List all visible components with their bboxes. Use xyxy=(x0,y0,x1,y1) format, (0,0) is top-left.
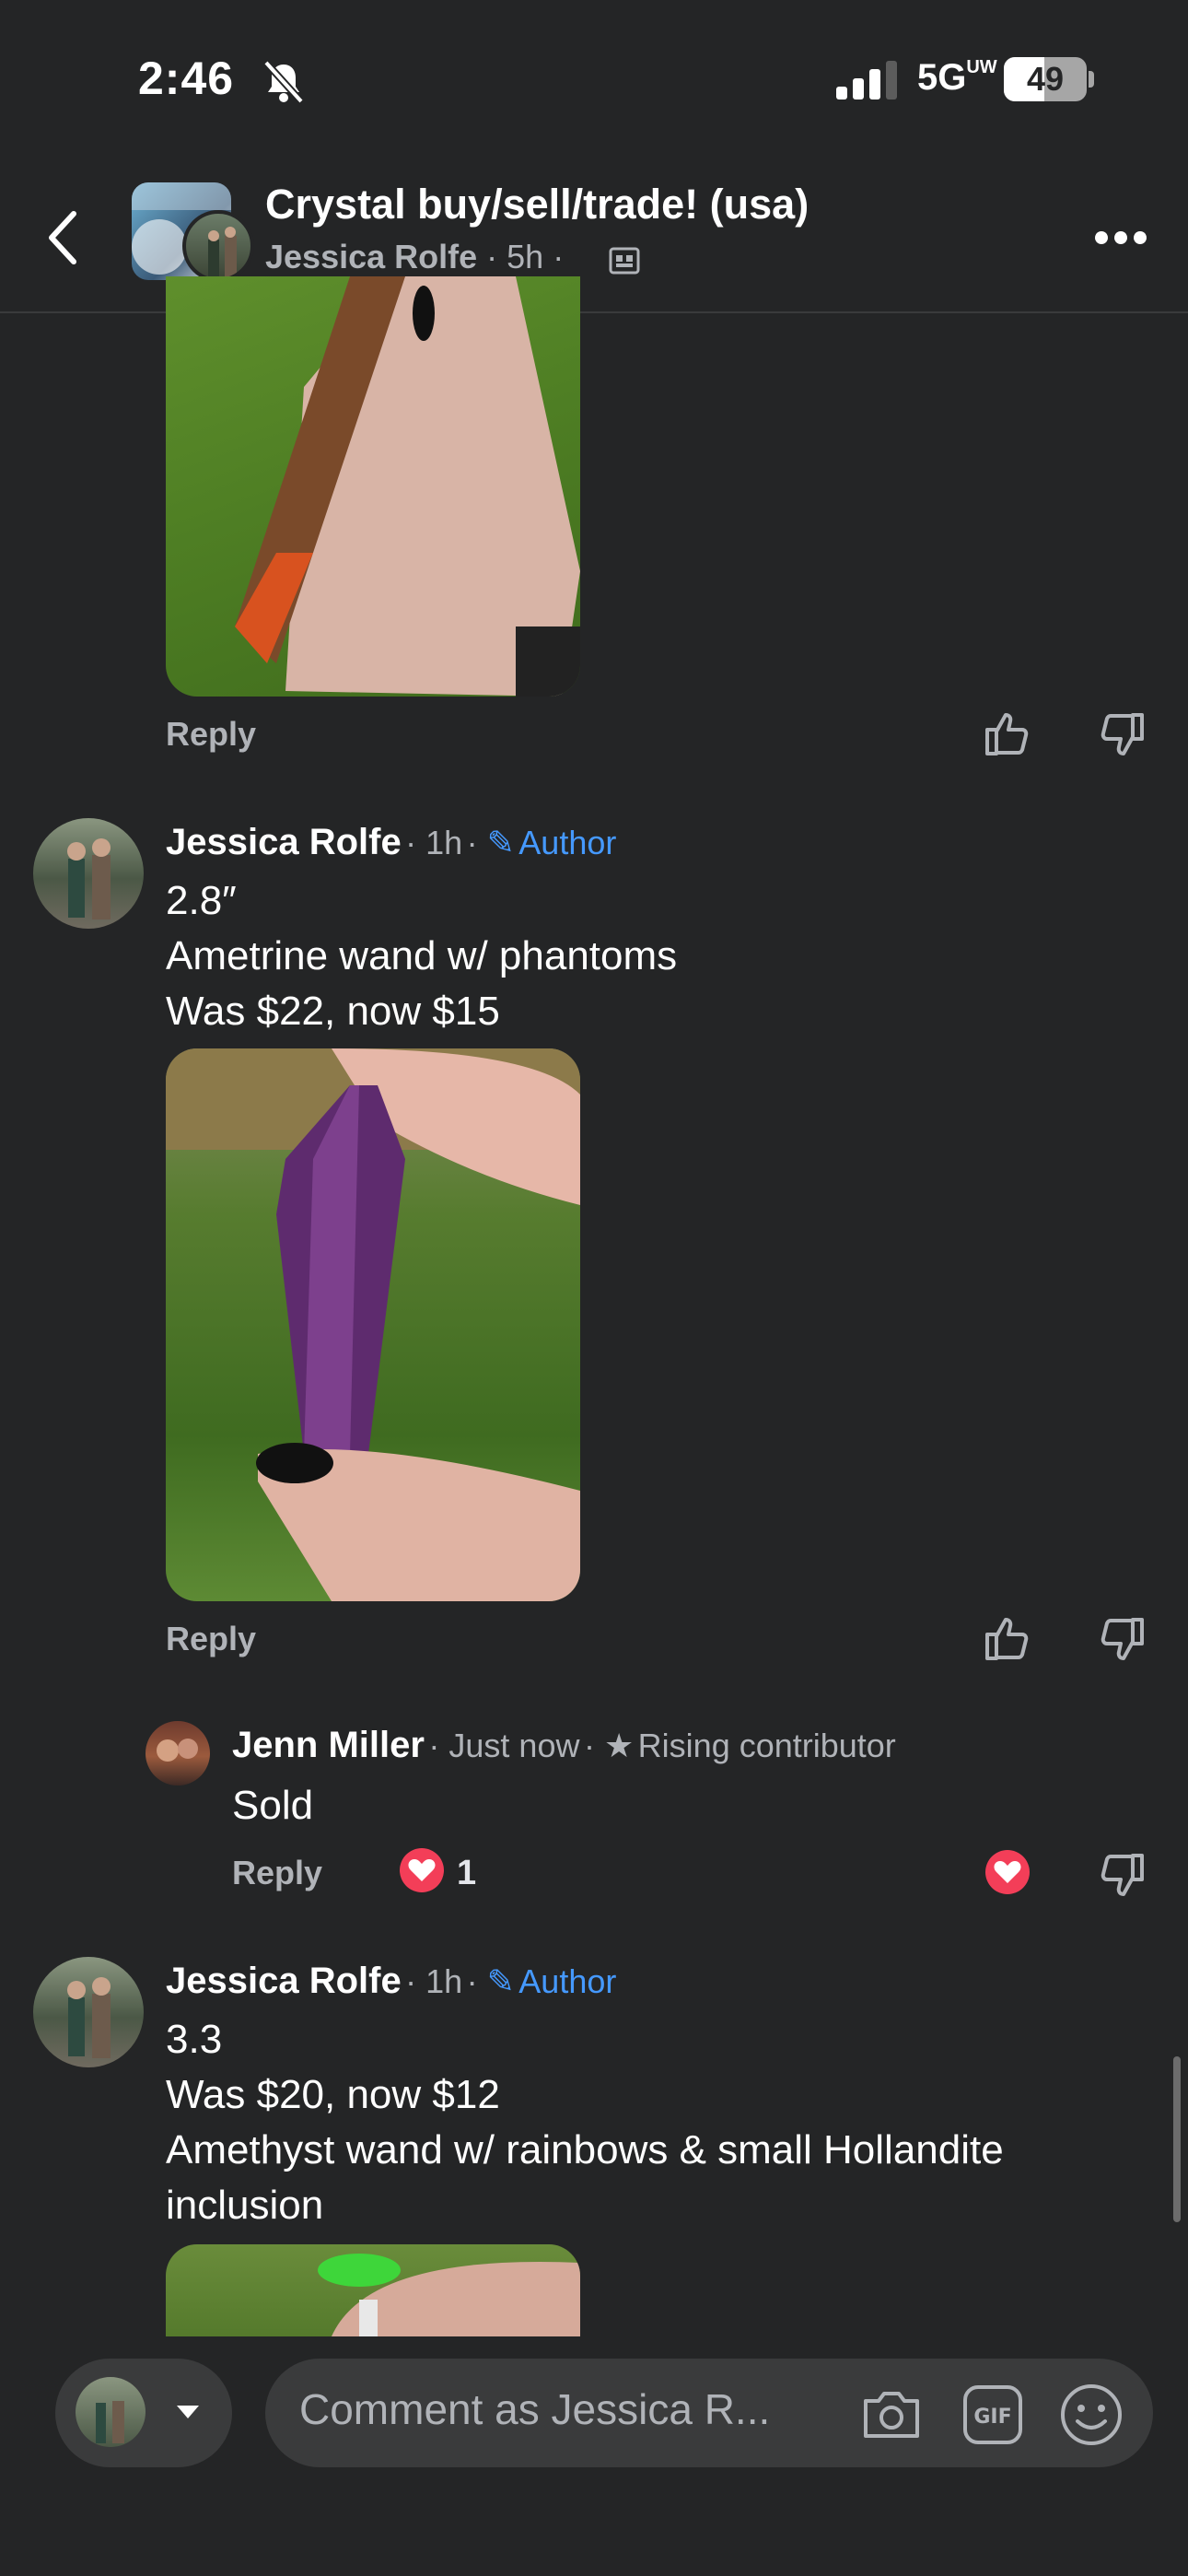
battery-percent: 49 xyxy=(1026,60,1065,98)
reply-button[interactable]: Reply xyxy=(232,1854,322,1892)
heart-react-button-icon[interactable] xyxy=(985,1850,1030,1894)
composer-avatar[interactable] xyxy=(76,2377,146,2447)
downvote-icon[interactable] xyxy=(1098,1616,1146,1664)
reply-avatar[interactable] xyxy=(146,1721,210,1786)
downvote-icon[interactable] xyxy=(1098,711,1146,759)
post-meta: Jessica Rolfe · 5h · xyxy=(265,238,564,276)
pencil-icon: ✎ xyxy=(486,824,515,861)
comment-placeholder[interactable]: Comment as Jessica R... xyxy=(299,2384,770,2434)
meta-separator: · xyxy=(428,1727,449,1764)
post-time: 5h xyxy=(507,238,544,275)
comment-line: 3.3 xyxy=(166,2017,223,2062)
comment-body: 2.8″ Ametrine wand w/ phantoms Was $22, … xyxy=(166,873,677,1039)
reply-header: Jenn Miller · Just now · ★ Rising contri… xyxy=(232,1725,896,1766)
meta-separator: · xyxy=(466,1962,487,2000)
reply-button[interactable]: Reply xyxy=(166,1620,256,1658)
meta-separator: · xyxy=(553,238,565,275)
comment-photo[interactable] xyxy=(166,1048,580,1601)
comment-line: 2.8″ xyxy=(166,878,237,923)
commenter-avatar[interactable] xyxy=(33,1957,144,2067)
meta-separator: · xyxy=(466,824,487,861)
meta-separator: · xyxy=(405,824,426,861)
comment-body: 3.3 Was $20, now $12 Amethyst wand w/ ra… xyxy=(166,2012,1142,2233)
chevron-down-icon[interactable] xyxy=(175,2403,201,2421)
comment-line: Was $20, now $12 xyxy=(166,2072,500,2117)
author-badge: Author xyxy=(518,1962,617,2000)
author-name[interactable]: Jenn Miller xyxy=(232,1725,425,1765)
group-title[interactable]: Crystal buy/sell/trade! (usa) xyxy=(265,181,809,228)
downvote-icon[interactable] xyxy=(1098,1852,1146,1900)
author-name[interactable]: Jessica Rolfe xyxy=(166,1961,402,2001)
status-time: 2:46 xyxy=(138,53,235,104)
reply-body: Sold xyxy=(232,1783,314,1828)
comment-header: Jessica Rolfe · 1h · ✎ Author xyxy=(166,822,616,863)
poster-name[interactable]: Jessica Rolfe xyxy=(265,238,477,275)
comment-line: inclusion xyxy=(166,2183,324,2228)
comment-time: 1h xyxy=(425,824,463,861)
author-badge: Author xyxy=(518,824,617,861)
cell-signal-icon xyxy=(836,61,897,100)
reply-time: Just now xyxy=(448,1727,580,1764)
poster-avatar[interactable] xyxy=(182,210,254,282)
comment-photo[interactable] xyxy=(166,2244,580,2336)
comment-line: Was $22, now $15 xyxy=(166,989,500,1034)
battery-icon: 49 xyxy=(1004,57,1087,101)
battery-nub xyxy=(1089,71,1094,88)
author-name[interactable]: Jessica Rolfe xyxy=(166,822,402,862)
back-chevron-icon[interactable] xyxy=(44,208,81,267)
comment-line: Ametrine wand w/ phantoms xyxy=(166,933,678,978)
upvote-icon[interactable] xyxy=(984,709,1031,757)
heart-reaction-icon[interactable] xyxy=(400,1848,444,1892)
more-options-icon[interactable] xyxy=(1094,230,1147,245)
scrollbar[interactable] xyxy=(1173,2056,1181,2222)
reply-button[interactable]: Reply xyxy=(166,715,256,754)
comment-line: Amethyst wand w/ rainbows & small Hollan… xyxy=(166,2127,1004,2172)
comment-photo[interactable] xyxy=(166,276,580,697)
comment-time: 1h xyxy=(425,1962,463,2000)
meta-separator: · xyxy=(486,238,507,275)
meta-separator: · xyxy=(405,1962,426,2000)
comment-header: Jessica Rolfe · 1h · ✎ Author xyxy=(166,1961,616,2002)
group-audience-icon xyxy=(609,247,640,275)
upvote-icon[interactable] xyxy=(984,1614,1031,1662)
star-icon: ★ xyxy=(603,1727,635,1764)
pencil-icon: ✎ xyxy=(486,1962,515,2000)
network-indicator: 5GUW xyxy=(917,57,997,98)
meta-separator: · xyxy=(583,1727,604,1764)
commenter-avatar[interactable] xyxy=(33,818,144,929)
network-uw: UW xyxy=(966,57,997,77)
silent-bell-icon xyxy=(263,60,304,104)
reaction-count[interactable]: 1 xyxy=(457,1854,476,1893)
emoji-icon[interactable] xyxy=(1059,2383,1124,2447)
contributor-badge: Rising contributor xyxy=(637,1727,896,1764)
gif-icon[interactable]: GIF xyxy=(962,2384,1023,2445)
camera-icon[interactable] xyxy=(860,2388,923,2441)
svg-text:GIF: GIF xyxy=(973,2406,1011,2429)
